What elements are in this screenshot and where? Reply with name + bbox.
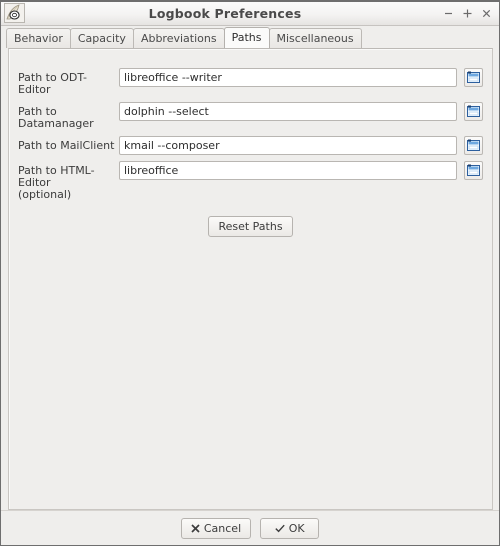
open-folder-icon: [467, 105, 480, 118]
tab-capacity[interactable]: Capacity: [69, 28, 134, 48]
titlebar: Logbook Preferences: [1, 2, 499, 26]
cross-icon: [191, 523, 200, 533]
tab-paths[interactable]: Paths: [223, 27, 270, 48]
dialog-button-bar: Cancel OK: [1, 510, 499, 545]
browse-button-datamanager[interactable]: [464, 102, 483, 121]
tab-miscellaneous[interactable]: Miscellaneous: [268, 28, 362, 48]
check-icon: [274, 524, 285, 533]
ok-button[interactable]: OK: [260, 517, 320, 539]
paths-panel: Path to ODT-Editor libreoffice --writer: [8, 48, 493, 510]
tab-content-wrapper: Path to ODT-Editor libreoffice --writer: [1, 48, 499, 510]
tab-behavior[interactable]: Behavior: [6, 28, 71, 48]
label-html-editor: Path to HTML-Editor (optional): [18, 164, 95, 201]
open-folder-icon: [467, 139, 480, 152]
tab-abbreviations[interactable]: Abbreviations: [132, 28, 225, 48]
input-odt-editor[interactable]: libreoffice --writer: [119, 68, 457, 87]
reset-paths-row: Reset Paths: [18, 216, 483, 237]
close-button[interactable]: [478, 5, 495, 22]
input-html-editor[interactable]: libreoffice: [119, 161, 457, 180]
browse-button-mailclient[interactable]: [464, 136, 483, 155]
open-folder-icon: [467, 71, 480, 84]
ok-label: OK: [288, 521, 305, 535]
path-row-html-editor: Path to HTML-Editor (optional) libreoffi…: [18, 161, 483, 201]
browse-button-html-editor[interactable]: [464, 161, 483, 180]
cancel-label: Cancel: [203, 521, 242, 535]
reset-paths-button[interactable]: Reset Paths: [208, 216, 293, 237]
preferences-window: Logbook Preferences Behavior Capacity Ab…: [0, 0, 500, 546]
label-mailclient: Path to MailClient: [18, 139, 115, 152]
path-row-odt-editor: Path to ODT-Editor libreoffice --writer: [18, 68, 483, 96]
input-mailclient[interactable]: kmail --composer: [119, 136, 457, 155]
cancel-button[interactable]: Cancel: [180, 517, 252, 539]
window-controls: [440, 2, 495, 25]
label-datamanager: Path to Datamanager: [18, 105, 94, 130]
open-folder-icon: [467, 164, 480, 177]
label-odt-editor: Path to ODT-Editor: [18, 71, 88, 96]
minimize-button[interactable]: [440, 5, 457, 22]
path-row-datamanager: Path to Datamanager dolphin --select: [18, 102, 483, 130]
quill-pen-icon: [4, 3, 25, 23]
paths-form: Path to ODT-Editor libreoffice --writer: [9, 49, 492, 237]
window-title: Logbook Preferences: [148, 6, 302, 21]
tab-bar: Behavior Capacity Abbreviations Paths Mi…: [1, 26, 499, 48]
path-row-mailclient: Path to MailClient kmail --composer: [18, 136, 483, 155]
input-datamanager[interactable]: dolphin --select: [119, 102, 457, 121]
maximize-button[interactable]: [459, 5, 476, 22]
browse-button-odt-editor[interactable]: [464, 68, 483, 87]
